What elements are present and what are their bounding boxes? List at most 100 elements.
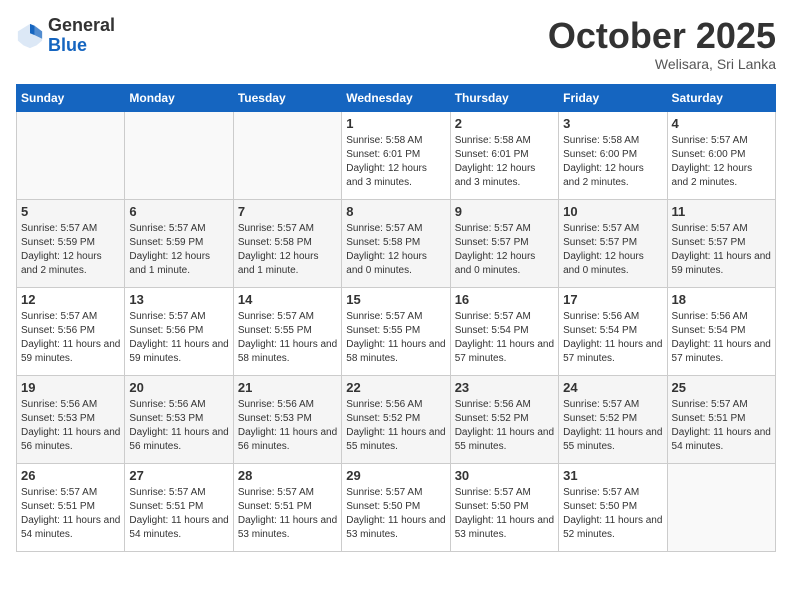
day-number: 16 bbox=[455, 292, 554, 307]
calendar-cell bbox=[667, 463, 775, 551]
logo: General Blue bbox=[16, 16, 115, 56]
day-info: Sunrise: 5:57 AM Sunset: 5:58 PM Dayligh… bbox=[346, 222, 445, 278]
calendar-week-3: 12 Sunrise: 5:57 AM Sunset: 5:56 PM Dayli… bbox=[17, 287, 776, 375]
day-number: 12 bbox=[21, 292, 120, 307]
day-number: 2 bbox=[455, 116, 554, 131]
calendar-cell: 8 Sunrise: 5:57 AM Sunset: 5:58 PM Daylig… bbox=[342, 199, 450, 287]
day-number: 4 bbox=[672, 116, 771, 131]
calendar-cell: 14Sunrise: 5:57 AM Sunset: 5:55 PM Dayli… bbox=[233, 287, 341, 375]
day-number: 24 bbox=[563, 380, 662, 395]
day-info: Sunrise: 5:56 AM Sunset: 5:54 PM Dayligh… bbox=[672, 310, 771, 366]
day-info: Sunrise: 5:57 AM Sunset: 5:52 PM Dayligh… bbox=[563, 398, 662, 454]
day-info: Sunrise: 5:56 AM Sunset: 5:53 PM Dayligh… bbox=[21, 398, 120, 454]
calendar-cell: 9Sunrise: 5:57 AM Sunset: 5:57 PM Daylig… bbox=[450, 199, 558, 287]
calendar-week-2: 5 Sunrise: 5:57 AM Sunset: 5:59 PM Daylig… bbox=[17, 199, 776, 287]
day-info: Sunrise: 5:56 AM Sunset: 5:53 PM Dayligh… bbox=[129, 398, 228, 454]
day-info: Sunrise: 5:58 AM Sunset: 6:00 PM Dayligh… bbox=[563, 134, 662, 190]
day-number: 3 bbox=[563, 116, 662, 131]
day-info: Sunrise: 5:57 AM Sunset: 5:55 PM Dayligh… bbox=[238, 310, 337, 366]
calendar-cell: 24 Sunrise: 5:57 AM Sunset: 5:52 PM Dayli… bbox=[559, 375, 667, 463]
weekday-header-friday: Friday bbox=[559, 84, 667, 111]
day-number: 10 bbox=[563, 204, 662, 219]
weekday-header-wednesday: Wednesday bbox=[342, 84, 450, 111]
day-info: Sunrise: 5:57 AM Sunset: 5:55 PM Dayligh… bbox=[346, 310, 445, 366]
calendar-cell: 26Sunrise: 5:57 AM Sunset: 5:51 PM Dayli… bbox=[17, 463, 125, 551]
day-info: Sunrise: 5:56 AM Sunset: 5:52 PM Dayligh… bbox=[455, 398, 554, 454]
calendar-cell: 18 Sunrise: 5:56 AM Sunset: 5:54 PM Dayli… bbox=[667, 287, 775, 375]
calendar-cell: 31 Sunrise: 5:57 AM Sunset: 5:50 PM Dayli… bbox=[559, 463, 667, 551]
day-number: 30 bbox=[455, 468, 554, 483]
calendar-cell: 21 Sunrise: 5:56 AM Sunset: 5:53 PM Dayli… bbox=[233, 375, 341, 463]
logo-text: General Blue bbox=[48, 16, 115, 56]
calendar-cell: 29Sunrise: 5:57 AM Sunset: 5:50 PM Dayli… bbox=[342, 463, 450, 551]
calendar-cell bbox=[125, 111, 233, 199]
month-title: October 2025 bbox=[548, 16, 776, 56]
day-info: Sunrise: 5:58 AM Sunset: 6:01 PM Dayligh… bbox=[346, 134, 445, 190]
day-number: 7 bbox=[238, 204, 337, 219]
weekday-header-thursday: Thursday bbox=[450, 84, 558, 111]
day-info: Sunrise: 5:57 AM Sunset: 5:59 PM Dayligh… bbox=[21, 222, 120, 278]
weekday-header-sunday: Sunday bbox=[17, 84, 125, 111]
calendar-cell bbox=[17, 111, 125, 199]
calendar-cell: 3 Sunrise: 5:58 AM Sunset: 6:00 PM Daylig… bbox=[559, 111, 667, 199]
calendar-cell: 4 Sunrise: 5:57 AM Sunset: 6:00 PM Daylig… bbox=[667, 111, 775, 199]
title-block: October 2025 Welisara, Sri Lanka bbox=[548, 16, 776, 72]
day-info: Sunrise: 5:57 AM Sunset: 5:58 PM Dayligh… bbox=[238, 222, 337, 278]
calendar-cell: 2Sunrise: 5:58 AM Sunset: 6:01 PM Daylig… bbox=[450, 111, 558, 199]
day-number: 26 bbox=[21, 468, 120, 483]
day-number: 31 bbox=[563, 468, 662, 483]
day-number: 20 bbox=[129, 380, 228, 395]
calendar-cell: 19Sunrise: 5:56 AM Sunset: 5:53 PM Dayli… bbox=[17, 375, 125, 463]
day-number: 22 bbox=[346, 380, 445, 395]
day-number: 8 bbox=[346, 204, 445, 219]
day-info: Sunrise: 5:56 AM Sunset: 5:53 PM Dayligh… bbox=[238, 398, 337, 454]
day-number: 11 bbox=[672, 204, 771, 219]
calendar-cell: 15Sunrise: 5:57 AM Sunset: 5:55 PM Dayli… bbox=[342, 287, 450, 375]
day-info: Sunrise: 5:57 AM Sunset: 5:51 PM Dayligh… bbox=[672, 398, 771, 454]
day-info: Sunrise: 5:57 AM Sunset: 5:50 PM Dayligh… bbox=[563, 486, 662, 542]
day-number: 9 bbox=[455, 204, 554, 219]
calendar-cell: 27 Sunrise: 5:57 AM Sunset: 5:51 PM Dayli… bbox=[125, 463, 233, 551]
calendar-week-4: 19Sunrise: 5:56 AM Sunset: 5:53 PM Dayli… bbox=[17, 375, 776, 463]
page-header: General Blue October 2025 Welisara, Sri … bbox=[16, 16, 776, 72]
calendar-cell: 17 Sunrise: 5:56 AM Sunset: 5:54 PM Dayli… bbox=[559, 287, 667, 375]
day-number: 28 bbox=[238, 468, 337, 483]
calendar-cell: 12 Sunrise: 5:57 AM Sunset: 5:56 PM Dayli… bbox=[17, 287, 125, 375]
day-number: 21 bbox=[238, 380, 337, 395]
day-number: 6 bbox=[129, 204, 228, 219]
calendar-week-5: 26 Sunrise: 5:57 AM Sunset: 5:51 PM Dayli… bbox=[17, 463, 776, 551]
calendar-cell: 22 Sunrise: 5:56 AM Sunset: 5:52 PM Dayli… bbox=[342, 375, 450, 463]
day-number: 13 bbox=[129, 292, 228, 307]
day-info: Sunrise: 5:57 AM Sunset: 5:51 PM Dayligh… bbox=[129, 486, 228, 542]
calendar-cell: 30 Sunrise: 5:57 AM Sunset: 5:50 PM Dayli… bbox=[450, 463, 558, 551]
calendar-cell: 7 Sunrise: 5:57 AM Sunset: 5:58 PM Daylig… bbox=[233, 199, 341, 287]
weekday-header-saturday: Saturday bbox=[667, 84, 775, 111]
day-number: 1 bbox=[346, 116, 445, 131]
location: Welisara, Sri Lanka bbox=[548, 56, 776, 72]
calendar-cell: 25 Sunrise: 5:57 AM Sunset: 5:51 PM Dayli… bbox=[667, 375, 775, 463]
calendar-table: SundayMondayTuesdayWednesdayThursdayFrid… bbox=[16, 84, 776, 552]
day-info: Sunrise: 5:57 AM Sunset: 5:50 PM Dayligh… bbox=[455, 486, 554, 542]
day-number: 27 bbox=[129, 468, 228, 483]
day-number: 23 bbox=[455, 380, 554, 395]
calendar-cell: 10 Sunrise: 5:57 AM Sunset: 5:57 PM Dayli… bbox=[559, 199, 667, 287]
day-info: Sunrise: 5:57 AM Sunset: 5:57 PM Dayligh… bbox=[563, 222, 662, 278]
weekday-header-tuesday: Tuesday bbox=[233, 84, 341, 111]
day-info: Sunrise: 5:56 AM Sunset: 5:54 PM Dayligh… bbox=[563, 310, 662, 366]
calendar-cell: 6 Sunrise: 5:57 AM Sunset: 5:59 PM Daylig… bbox=[125, 199, 233, 287]
day-number: 25 bbox=[672, 380, 771, 395]
day-info: Sunrise: 5:57 AM Sunset: 5:56 PM Dayligh… bbox=[129, 310, 228, 366]
day-number: 29 bbox=[346, 468, 445, 483]
day-number: 18 bbox=[672, 292, 771, 307]
day-number: 17 bbox=[563, 292, 662, 307]
day-info: Sunrise: 5:57 AM Sunset: 5:51 PM Dayligh… bbox=[238, 486, 337, 542]
day-info: Sunrise: 5:57 AM Sunset: 5:59 PM Dayligh… bbox=[129, 222, 228, 278]
day-info: Sunrise: 5:56 AM Sunset: 5:52 PM Dayligh… bbox=[346, 398, 445, 454]
day-info: Sunrise: 5:57 AM Sunset: 6:00 PM Dayligh… bbox=[672, 134, 771, 190]
calendar-cell: 11Sunrise: 5:57 AM Sunset: 5:57 PM Dayli… bbox=[667, 199, 775, 287]
calendar-week-1: 1 Sunrise: 5:58 AM Sunset: 6:01 PM Daylig… bbox=[17, 111, 776, 199]
day-info: Sunrise: 5:57 AM Sunset: 5:54 PM Dayligh… bbox=[455, 310, 554, 366]
calendar-cell: 20 Sunrise: 5:56 AM Sunset: 5:53 PM Dayli… bbox=[125, 375, 233, 463]
day-number: 5 bbox=[21, 204, 120, 219]
day-info: Sunrise: 5:57 AM Sunset: 5:56 PM Dayligh… bbox=[21, 310, 120, 366]
